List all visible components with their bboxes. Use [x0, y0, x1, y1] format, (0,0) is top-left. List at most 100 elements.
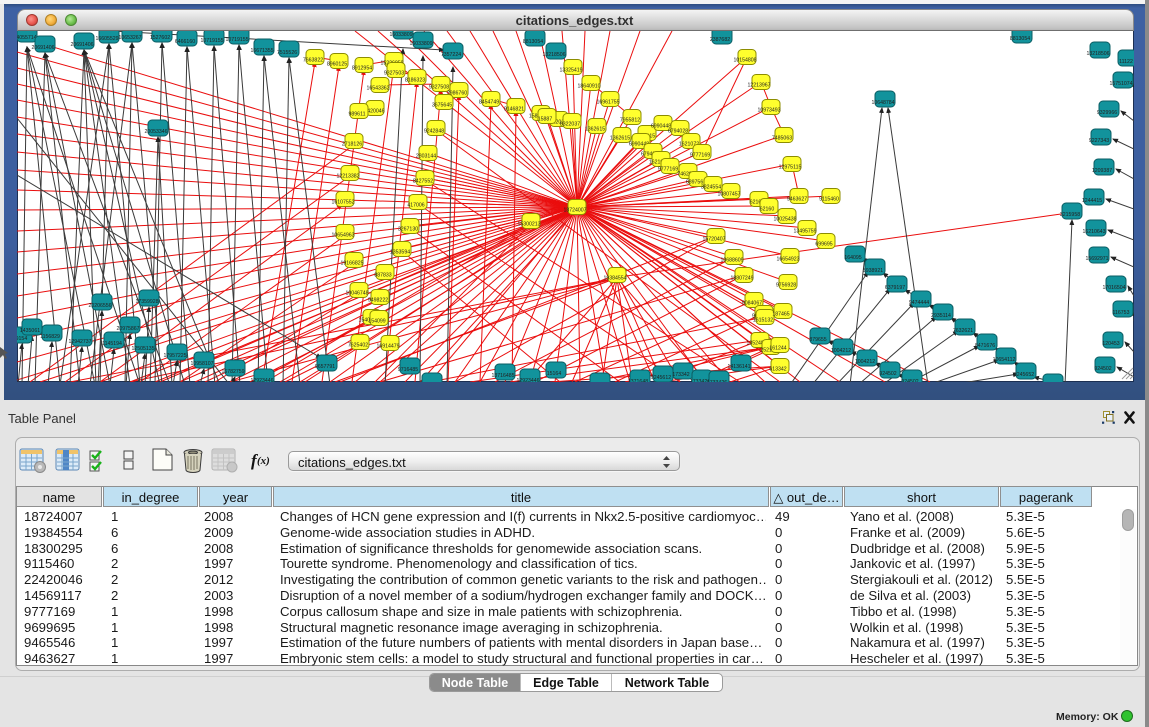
- svg-text:12213382: 12213382: [336, 174, 359, 180]
- svg-text:10719155: 10719155: [225, 37, 248, 43]
- svg-text:13218506: 13218506: [1086, 51, 1109, 57]
- svg-text:7485063: 7485063: [772, 136, 792, 142]
- svg-text:120453: 120453: [1102, 341, 1119, 347]
- svg-text:9756928: 9756928: [776, 283, 796, 289]
- svg-text:116753: 116753: [1113, 310, 1130, 316]
- svg-text:5938921: 5938921: [863, 268, 883, 274]
- svg-text:16543362: 16543362: [366, 86, 389, 92]
- svg-text:16605529: 16605529: [95, 36, 118, 42]
- svg-text:10154808: 10154808: [733, 58, 756, 64]
- svg-text:12975115: 12975115: [779, 165, 802, 171]
- svg-text:62160: 62160: [760, 207, 775, 213]
- svg-text:12213967: 12213967: [747, 83, 770, 89]
- svg-text:154099: 154099: [368, 319, 385, 325]
- svg-text:14136141: 14136141: [727, 364, 750, 370]
- svg-text:10648784: 10648784: [871, 100, 894, 106]
- svg-text:8427552: 8427552: [413, 179, 433, 185]
- svg-text:6466160: 6466160: [175, 39, 195, 45]
- svg-text:10688609: 10688609: [720, 258, 743, 264]
- svg-text:989611: 989611: [349, 112, 366, 118]
- svg-text:7663822: 7663822: [303, 58, 323, 64]
- svg-text:2387682: 2387682: [710, 37, 730, 43]
- svg-text:1209387: 1209387: [1092, 168, 1112, 174]
- svg-text:8912954: 8912954: [352, 66, 372, 72]
- svg-text:9498222: 9498222: [368, 298, 388, 304]
- svg-text:7515526: 7515526: [277, 50, 297, 56]
- svg-text:6379197: 6379197: [885, 285, 905, 291]
- svg-text:9242848: 9242848: [424, 129, 444, 135]
- svg-text:1156829: 1156829: [40, 334, 60, 340]
- svg-text:879655: 879655: [809, 337, 826, 343]
- svg-text:1733426: 1733426: [707, 380, 727, 382]
- svg-text:10654112: 10654112: [993, 357, 1016, 363]
- svg-text:9329966: 9329966: [1097, 110, 1117, 116]
- svg-text:3675645: 3675645: [432, 103, 452, 109]
- svg-text:9245652: 9245652: [1014, 372, 1034, 378]
- svg-text:887833: 887833: [374, 273, 391, 279]
- svg-text:15300213: 15300213: [517, 222, 540, 228]
- svg-text:15164: 15164: [547, 371, 562, 377]
- svg-text:18724007: 18724007: [563, 208, 586, 214]
- svg-text:12505135: 12505135: [131, 346, 154, 352]
- svg-text:8813054: 8813054: [523, 39, 543, 45]
- svg-text:13495759: 13495759: [793, 229, 816, 235]
- svg-text:17016504: 17016504: [1102, 285, 1125, 291]
- svg-text:17359928: 17359928: [135, 299, 158, 305]
- svg-text:924502: 924502: [901, 379, 918, 382]
- svg-text:12923446: 12923446: [516, 378, 539, 382]
- svg-text:12923446: 12923446: [250, 378, 273, 382]
- svg-text:10653267: 10653267: [118, 35, 141, 41]
- svg-text:7632621: 7632621: [953, 328, 973, 334]
- svg-text:9245612: 9245612: [651, 375, 671, 381]
- svg-text:699695: 699695: [815, 242, 832, 248]
- svg-text:924502: 924502: [1094, 366, 1111, 372]
- svg-text:14055714: 14055714: [17, 35, 37, 41]
- svg-text:16210643: 16210643: [1082, 229, 1105, 235]
- svg-text:2803144: 2803144: [416, 154, 436, 160]
- svg-text:11122: 11122: [1119, 59, 1133, 65]
- svg-text:9657791: 9657791: [315, 364, 335, 370]
- svg-text:1244415: 1244415: [1082, 198, 1102, 204]
- svg-text:19166825: 19166825: [340, 261, 363, 267]
- svg-text:1362615: 1362615: [585, 127, 605, 133]
- svg-text:3267130: 3267130: [398, 227, 418, 233]
- svg-text:18640910: 18640910: [577, 84, 600, 90]
- svg-text:16914479: 16914479: [376, 344, 399, 350]
- svg-text:13716485: 13716485: [491, 373, 514, 379]
- svg-text:8813054: 8813054: [1010, 36, 1030, 42]
- svg-text:9115460: 9115460: [819, 197, 839, 203]
- svg-text:417006: 417006: [407, 203, 424, 209]
- svg-text:16961755: 16961755: [596, 100, 619, 106]
- svg-text:8322037: 8322037: [560, 122, 580, 128]
- svg-text:19384554: 19384554: [603, 276, 626, 282]
- svg-text:15887: 15887: [538, 117, 553, 123]
- svg-text:16033809: 16033809: [409, 41, 432, 47]
- svg-text:2935114: 2935114: [931, 313, 951, 319]
- svg-text:20206556: 20206556: [88, 303, 111, 309]
- svg-text:9474444: 9474444: [909, 300, 929, 306]
- svg-text:9716485: 9716485: [398, 367, 418, 373]
- svg-text:924502: 924502: [879, 371, 896, 377]
- svg-text:10973493: 10973493: [757, 108, 780, 114]
- svg-text:20053346: 20053346: [144, 129, 167, 135]
- svg-text:164095: 164095: [844, 255, 861, 261]
- svg-text:10046748: 10046748: [345, 291, 368, 297]
- svg-text:1004212: 1004212: [831, 348, 851, 354]
- svg-text:10958107: 10958107: [190, 361, 213, 367]
- svg-text:10807457: 10807457: [717, 192, 740, 198]
- svg-text:1435061: 1435061: [20, 328, 40, 334]
- svg-text:9463627: 9463627: [787, 197, 807, 203]
- svg-text:7955812: 7955812: [620, 118, 640, 124]
- svg-text:8186323: 8186323: [405, 78, 425, 84]
- svg-text:16782759: 16782759: [221, 369, 244, 375]
- svg-text:16107552: 16107552: [331, 200, 354, 206]
- svg-text:15751074: 15751074: [1109, 81, 1132, 87]
- svg-text:9327503: 9327503: [384, 71, 404, 77]
- svg-text:16671355: 16671355: [250, 48, 273, 54]
- svg-text:1353594: 1353594: [390, 250, 410, 256]
- svg-text:17957225: 17957225: [163, 353, 186, 359]
- svg-text:2718126: 2718126: [342, 142, 362, 148]
- svg-text:7625402: 7625402: [348, 343, 368, 349]
- svg-text:9146821: 9146821: [504, 107, 524, 113]
- svg-text:9227343: 9227343: [1089, 138, 1109, 144]
